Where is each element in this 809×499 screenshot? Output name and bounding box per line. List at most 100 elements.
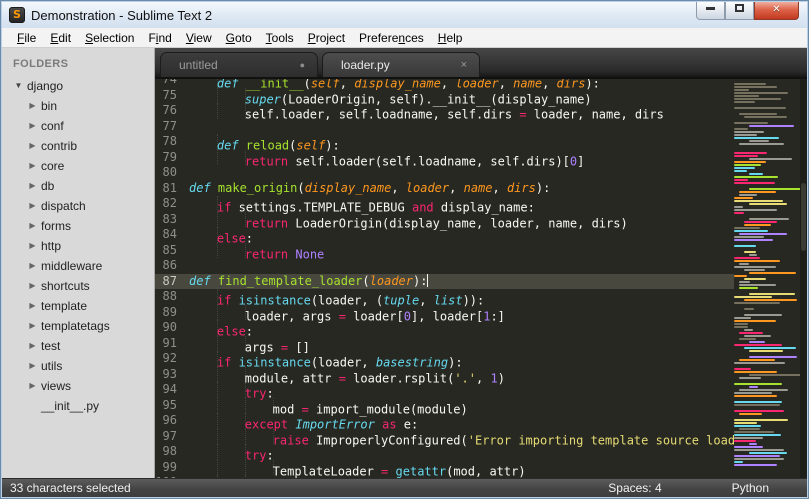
expand-arrow-icon[interactable]: ▶ — [26, 376, 39, 396]
expand-arrow-icon[interactable]: ▶ — [26, 276, 39, 296]
expand-arrow-icon[interactable]: ▶ — [26, 176, 39, 196]
code-line-88[interactable]: 88 if isinstance(loader, (tuple, list)): — [155, 289, 807, 308]
code-text: TemplateLoader = getattr(mod, attr) — [189, 459, 526, 478]
tab-untitled[interactable]: untitled ● — [160, 52, 318, 77]
code-line-83[interactable]: 83 return LoaderOrigin(display_name, load… — [155, 211, 807, 230]
indent-guide — [189, 475, 218, 478]
code-line-95[interactable]: 95 mod = import_module(module) — [155, 397, 807, 416]
scrollbar-thumb[interactable] — [801, 182, 806, 251]
expand-arrow-icon[interactable]: ▶ — [26, 356, 39, 376]
menu-item-goto[interactable]: Goto — [219, 29, 259, 47]
code-line-78[interactable]: 78 def reload(self): — [155, 134, 807, 153]
expand-arrow-icon[interactable]: ▶ — [26, 296, 39, 316]
sidebar-item--init-py[interactable]: __init__.py — [2, 396, 154, 416]
expand-arrow-icon[interactable]: ▶ — [26, 216, 39, 236]
line-number: 89 — [162, 304, 177, 319]
code-text: if settings.TEMPLATE_DEBUG and display_n… — [189, 196, 535, 215]
minimap-line — [734, 266, 777, 268]
sublime-app-icon: S — [9, 7, 25, 23]
window-controls: ✕ — [696, 2, 799, 20]
expand-arrow-icon[interactable]: ▶ — [26, 136, 39, 156]
sidebar-item-contrib[interactable]: ▶ contrib — [2, 136, 154, 156]
code-text: def make_origin(display_name, loader, na… — [189, 180, 551, 195]
syntax-mode[interactable]: Python — [732, 481, 769, 495]
title-bar[interactable]: S Demonstration - Sublime Text 2 ✕ — [2, 2, 807, 28]
indent-setting[interactable]: Spaces: 4 — [608, 481, 661, 495]
minimize-button[interactable] — [696, 2, 725, 20]
expand-arrow-icon[interactable]: ▶ — [26, 96, 39, 116]
code-line-97[interactable]: 97 raise ImproperlyConfigured('Error impo… — [155, 428, 807, 447]
code-line-93[interactable]: 93 module, attr = loader.rsplit('.', 1) — [155, 366, 807, 385]
menu-item-help[interactable]: Help — [431, 29, 470, 47]
menu-item-project[interactable]: Project — [301, 29, 352, 47]
minimap-line — [739, 263, 750, 265]
code-editor[interactable]: 74 def __init__(self, display_name, loade… — [155, 79, 807, 478]
expand-arrow-icon[interactable]: ▶ — [26, 116, 39, 136]
tab-close-icon[interactable]: × — [461, 59, 467, 71]
code-line-96[interactable]: 96 except ImportError as e: — [155, 413, 807, 432]
sidebar-item-http[interactable]: ▶ http — [2, 236, 154, 256]
minimap-line — [739, 113, 777, 115]
code-line-76[interactable]: 76 self.loader, self.loadname, self.dirs … — [155, 103, 807, 122]
maximize-button[interactable] — [725, 2, 754, 20]
menu-item-selection[interactable]: Selection — [78, 29, 141, 47]
menu-item-file[interactable]: File — [10, 29, 43, 47]
sidebar-item-middleware[interactable]: ▶ middleware — [2, 256, 154, 276]
sidebar-item-forms[interactable]: ▶ forms — [2, 216, 154, 236]
sidebar-item-django[interactable]: ▼ django — [2, 76, 154, 96]
code-line-79[interactable]: 79 return self.loader(self.loadname, self… — [155, 149, 807, 168]
sidebar-item-dispatch[interactable]: ▶ dispatch — [2, 196, 154, 216]
minimap-line — [739, 281, 751, 283]
sidebar-item-views[interactable]: ▶ views — [2, 376, 154, 396]
minimap[interactable] — [734, 83, 800, 478]
code-line-89[interactable]: 89 loader, args = loader[0], loader[1:] — [155, 304, 807, 323]
menu-item-find[interactable]: Find — [141, 29, 178, 47]
sidebar-item-shortcuts[interactable]: ▶ shortcuts — [2, 276, 154, 296]
sidebar-item-db[interactable]: ▶ db — [2, 176, 154, 196]
indent-guide — [217, 444, 246, 460]
code-line-92[interactable]: 92 if isinstance(loader, basestring): — [155, 351, 807, 370]
indent-guide — [217, 397, 246, 413]
code-line-81[interactable]: 81 def make_origin(display_name, loader, … — [155, 181, 807, 197]
code-line-74[interactable]: 74 def __init__(self, display_name, loade… — [155, 79, 807, 91]
code-line-85[interactable]: 85 return None — [155, 242, 807, 261]
menu-item-tools[interactable]: Tools — [259, 29, 301, 47]
expand-arrow-icon[interactable]: ▶ — [26, 256, 39, 276]
sidebar-item-test[interactable]: ▶ test — [2, 336, 154, 356]
expand-arrow-icon[interactable]: ▶ — [26, 156, 39, 176]
sidebar-item-templatetags[interactable]: ▶ templatetags — [2, 316, 154, 336]
vertical-scrollbar[interactable] — [800, 79, 807, 478]
minimap-line — [734, 128, 749, 130]
minimap-line — [734, 431, 774, 433]
code-text: loader, args = loader[0], loader[1:] — [189, 304, 505, 323]
menu-item-preferences[interactable]: Preferences — [352, 29, 431, 47]
minimap-line — [734, 365, 800, 367]
expand-arrow-icon[interactable]: ▶ — [26, 196, 39, 216]
collapse-arrow-icon[interactable]: ▼ — [12, 76, 25, 96]
sidebar-item-bin[interactable]: ▶ bin — [2, 96, 154, 116]
code-line-87[interactable]: 87 def find_template_loader(loader): — [155, 273, 807, 289]
expand-arrow-icon[interactable]: ▶ — [26, 336, 39, 356]
code-text: else: — [189, 320, 253, 339]
menu-item-edit[interactable]: Edit — [43, 29, 78, 47]
minimap-line — [734, 395, 778, 397]
code-line-91[interactable]: 91 args = [] — [155, 335, 807, 354]
sidebar-item-utils[interactable]: ▶ utils — [2, 356, 154, 376]
tab-loader-py[interactable]: loader.py × — [322, 52, 480, 77]
close-button[interactable]: ✕ — [754, 2, 799, 20]
code-line-82[interactable]: 82 if settings.TEMPLATE_DEBUG and display… — [155, 196, 807, 215]
tree-item-label: template — [41, 299, 88, 313]
sidebar-item-conf[interactable]: ▶ conf — [2, 116, 154, 136]
menu-item-view[interactable]: View — [179, 29, 219, 47]
code-line-75[interactable]: 75 super(LoaderOrigin, self).__init__(dis… — [155, 87, 807, 106]
minimap-line — [749, 158, 792, 160]
sidebar-item-template[interactable]: ▶ template — [2, 296, 154, 316]
expand-arrow-icon[interactable]: ▶ — [26, 236, 39, 256]
code-text: def __init__(self, display_name, loader,… — [189, 79, 600, 91]
expand-arrow-icon[interactable]: ▶ — [26, 316, 39, 336]
minimap-line — [739, 332, 763, 334]
sidebar-item-core[interactable]: ▶ core — [2, 156, 154, 176]
minimap-line — [734, 179, 748, 181]
line-number: 91 — [162, 335, 177, 350]
code-line-99[interactable]: 99 TemplateLoader = getattr(mod, attr) — [155, 459, 807, 478]
